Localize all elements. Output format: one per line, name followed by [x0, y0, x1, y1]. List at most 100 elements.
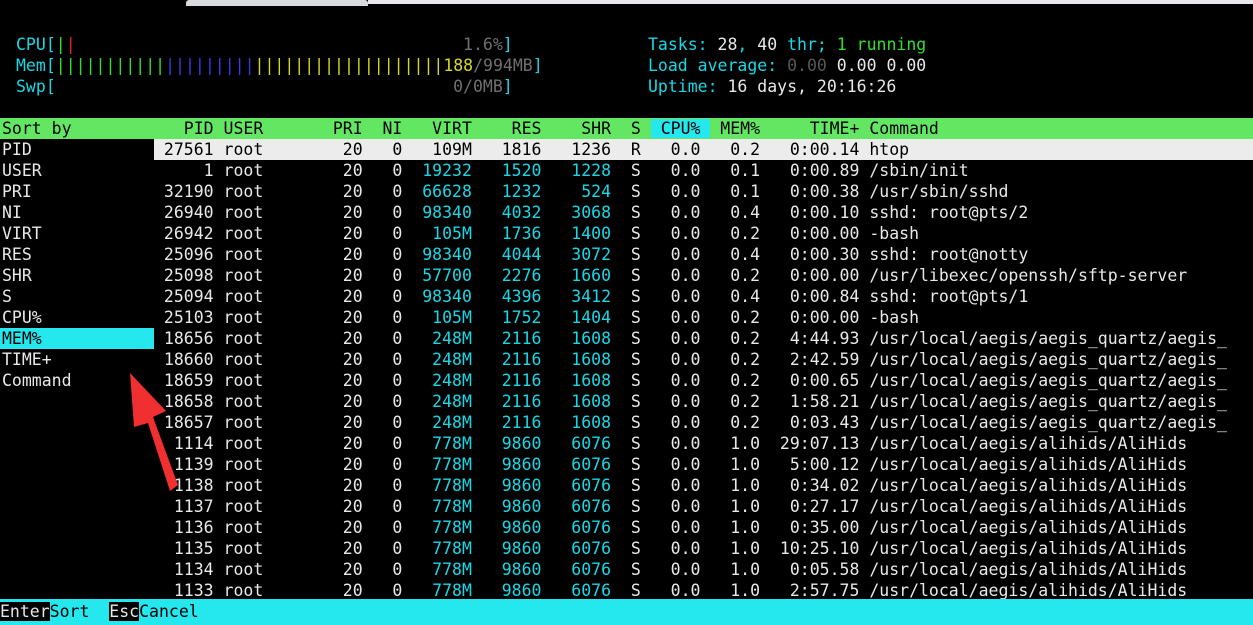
cell-res: 9860 — [482, 434, 552, 453]
process-row[interactable]: 18660 root 20 0 248M 2116 1608 S 0.0 0.2… — [154, 349, 1253, 370]
cpu-meter-label: CPU — [16, 35, 46, 54]
sort-menu-item-time[interactable]: TIME+ — [0, 349, 154, 370]
process-row[interactable]: 18656 root 20 0 248M 2116 1608 S 0.0 0.2… — [154, 328, 1253, 349]
process-table-body[interactable]: 27561 root 20 0 109M 1816 1236 R 0.0 0.2… — [154, 139, 1253, 599]
sort-menu-item-label: MEM% — [2, 329, 42, 348]
sort-menu-item-ni[interactable]: NI — [0, 202, 154, 223]
cell-res: 2116 — [482, 350, 552, 369]
column-header-pri[interactable]: PRI — [323, 119, 373, 138]
cell-pid: 1137 — [154, 497, 224, 516]
cell-pid: 32190 — [154, 182, 224, 201]
column-header-mem[interactable]: MEM% — [710, 119, 770, 138]
cell-virt: 248M — [412, 413, 482, 432]
column-header-user[interactable]: USER — [224, 119, 323, 138]
cell-shr: 6076 — [551, 434, 621, 453]
function-key-enter[interactable]: Enter — [0, 602, 50, 621]
sort-menu-item-cpu[interactable]: CPU% — [0, 307, 154, 328]
mem-bar-used-segment: | — [115, 56, 125, 75]
cell-pid: 18659 — [154, 371, 224, 390]
sort-menu-item-shr[interactable]: SHR — [0, 265, 154, 286]
cell-s: S — [621, 287, 651, 306]
process-row[interactable]: 1134 root 20 0 778M 9860 6076 S 0.0 1.0 … — [154, 559, 1253, 580]
cell-pri: 20 — [323, 329, 373, 348]
cell-shr: 6076 — [551, 518, 621, 537]
sort-menu-item-s[interactable]: S — [0, 286, 154, 307]
sort-menu-item-command[interactable]: Command — [0, 370, 154, 391]
process-row[interactable]: 1135 root 20 0 778M 9860 6076 S 0.0 1.0 … — [154, 538, 1253, 559]
process-row[interactable]: 1139 root 20 0 778M 9860 6076 S 0.0 1.0 … — [154, 454, 1253, 475]
cell-res: 2116 — [482, 413, 552, 432]
info-column: Tasks: 28, 40 thr; 1 running Load averag… — [648, 34, 1248, 97]
column-header-res[interactable]: RES — [482, 119, 552, 138]
column-header-shr[interactable]: SHR — [551, 119, 621, 138]
process-row[interactable]: 26942 root 20 0 105M 1736 1400 S 0.0 0.2… — [154, 223, 1253, 244]
mem-bar-cache-segment: | — [334, 56, 344, 75]
process-row[interactable]: 18659 root 20 0 248M 2116 1608 S 0.0 0.2… — [154, 370, 1253, 391]
function-label-cancel[interactable]: Cancel — [139, 602, 199, 621]
sort-menu-item-pri[interactable]: PRI — [0, 181, 154, 202]
cell-command: /usr/local/aegis/alihids/AliHids — [869, 455, 1187, 474]
sort-menu-item-label: TIME+ — [2, 350, 52, 369]
sort-menu-item-pid[interactable]: PID — [0, 139, 154, 160]
cell-s: S — [621, 182, 651, 201]
mem-bar-cache-segment: | — [274, 56, 284, 75]
sort-menu-item-label: PID — [2, 140, 32, 159]
mem-bar-cache-segment: | — [394, 56, 404, 75]
uptime-label: Uptime: — [648, 77, 718, 96]
cell-virt: 19232 — [412, 161, 482, 180]
column-header-ni[interactable]: NI — [373, 119, 413, 138]
column-header-pid[interactable]: PID — [154, 119, 224, 138]
column-header-time[interactable]: TIME+ — [770, 119, 869, 138]
cell-command: /usr/local/aegis/alihids/AliHids — [869, 497, 1187, 516]
cell-cpu: 0.0 — [651, 266, 711, 285]
cell-s: S — [621, 560, 651, 579]
sort-menu-item-res[interactable]: RES — [0, 244, 154, 265]
cell-pri: 20 — [323, 266, 373, 285]
column-header-s[interactable]: S — [621, 119, 651, 138]
column-header-virt[interactable]: VIRT — [412, 119, 482, 138]
mem-bar-buffers-segment: | — [165, 56, 175, 75]
cell-time: 0:00.00 — [770, 308, 869, 327]
mem-bar-used-segment: | — [125, 56, 135, 75]
cell-s: S — [621, 371, 651, 390]
column-header-command[interactable]: Command — [869, 119, 939, 138]
process-row[interactable]: 26940 root 20 0 98340 4032 3068 S 0.0 0.… — [154, 202, 1253, 223]
column-header-cpu[interactable]: CPU% — [651, 119, 711, 138]
cell-ni: 0 — [373, 224, 413, 243]
process-row[interactable]: 1137 root 20 0 778M 9860 6076 S 0.0 1.0 … — [154, 496, 1253, 517]
sort-by-list[interactable]: PIDUSERPRINIVIRTRESSHRSCPU%MEM% TIME+Comm… — [0, 139, 154, 391]
sort-by-title: Sort by — [0, 118, 154, 139]
process-row[interactable]: 32190 root 20 0 66628 1232 524 S 0.0 0.1… — [154, 181, 1253, 202]
meters-column: CPU[|| 1.6%] Mem[|||||||||||||||||||||||… — [8, 34, 628, 97]
process-row[interactable]: 25094 root 20 0 98340 4396 3412 S 0.0 0.… — [154, 286, 1253, 307]
sort-menu-item-virt[interactable]: VIRT — [0, 223, 154, 244]
sort-menu-item-user[interactable]: USER — [0, 160, 154, 181]
process-row[interactable]: 25103 root 20 0 105M 1752 1404 S 0.0 0.2… — [154, 307, 1253, 328]
cell-pid: 1114 — [154, 434, 224, 453]
browser-tab-edge[interactable] — [186, 0, 368, 6]
process-row[interactable]: 25096 root 20 0 98340 4044 3072 S 0.0 0.… — [154, 244, 1253, 265]
process-row[interactable]: 1133 root 20 0 778M 9860 6076 S 0.0 1.0 … — [154, 580, 1253, 599]
function-label-sort[interactable]: Sort — [50, 602, 110, 621]
process-row[interactable]: 27561 root 20 0 109M 1816 1236 R 0.0 0.2… — [154, 139, 1253, 160]
process-table-header[interactable]: PID USER PRI NI VIRT RES SHR S CPU% MEM%… — [154, 118, 1253, 139]
cell-mem: 0.4 — [710, 287, 770, 306]
process-row[interactable]: 1138 root 20 0 778M 9860 6076 S 0.0 1.0 … — [154, 475, 1253, 496]
cell-user: root — [224, 581, 323, 599]
cell-shr: 6076 — [551, 497, 621, 516]
function-key-bar[interactable]: EnterSort EscCancel — [0, 599, 1253, 625]
mem-bar-cache-segment: | — [384, 56, 394, 75]
process-row[interactable]: 1 root 20 0 19232 1520 1228 S 0.0 0.1 0:… — [154, 160, 1253, 181]
sort-menu-item-mem[interactable]: MEM% — [0, 328, 154, 349]
process-row[interactable]: 1136 root 20 0 778M 9860 6076 S 0.0 1.0 … — [154, 517, 1253, 538]
cell-command: /usr/local/aegis/alihids/AliHids — [869, 581, 1187, 599]
process-row[interactable]: 25098 root 20 0 57700 2276 1660 S 0.0 0.… — [154, 265, 1253, 286]
cell-pid: 27561 — [154, 140, 224, 159]
running-label: running — [857, 35, 927, 54]
cell-command: sshd: root@notty — [869, 245, 1028, 264]
process-row[interactable]: 18657 root 20 0 248M 2116 1608 S 0.0 0.2… — [154, 412, 1253, 433]
process-table[interactable]: PID USER PRI NI VIRT RES SHR S CPU% MEM%… — [154, 118, 1253, 599]
function-key-esc[interactable]: Esc — [109, 602, 139, 621]
process-row[interactable]: 1114 root 20 0 778M 9860 6076 S 0.0 1.0 … — [154, 433, 1253, 454]
process-row[interactable]: 18658 root 20 0 248M 2116 1608 S 0.0 0.2… — [154, 391, 1253, 412]
